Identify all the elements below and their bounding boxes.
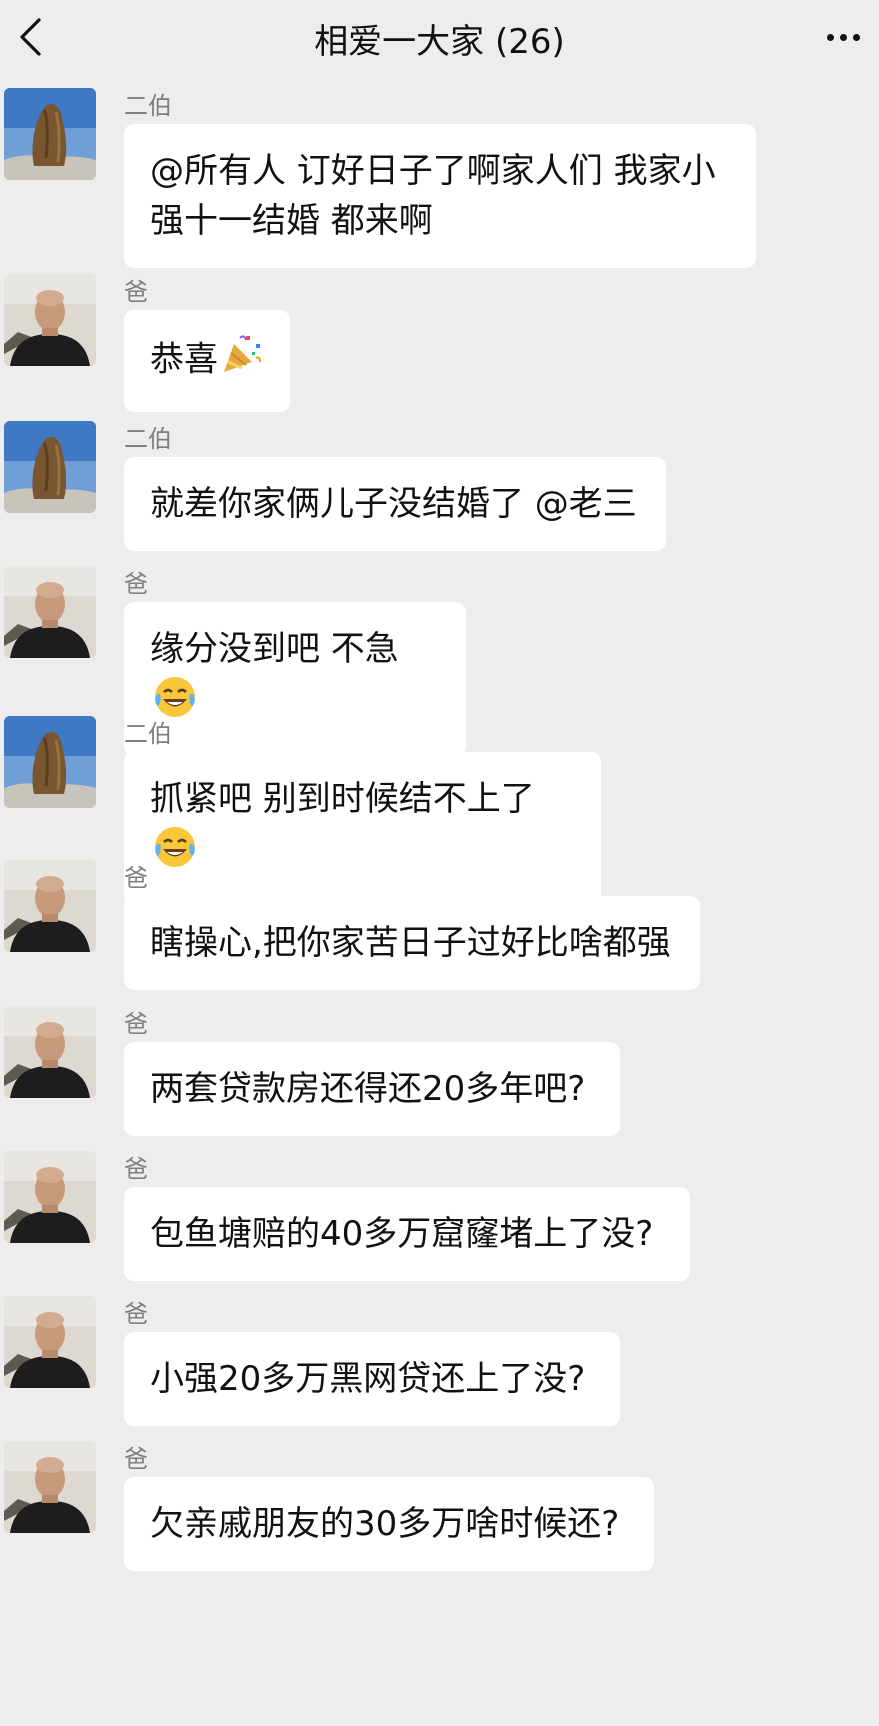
sender-name: 爸 <box>124 1010 148 1038</box>
message-item: 二伯就差你家俩儿子没结婚了 @老三 <box>0 411 879 551</box>
chat-title: 相爱一大家 (26) <box>314 22 565 62</box>
message-text: 抓紧吧 别到时候结不上了 <box>150 779 535 819</box>
sender-name: 二伯 <box>124 425 172 453</box>
sender-name: 爸 <box>124 1155 148 1183</box>
man-avatar[interactable] <box>4 1151 96 1243</box>
message-list: 二伯 @所有人 订好日子了啊家人们 我家小强十一结婚 都来啊爸恭喜 二伯 就差你家俩儿… <box>0 78 879 1726</box>
sender-name: 爸 <box>124 278 148 306</box>
message-text: 就差你家俩儿子没结婚了 @老三 <box>150 484 637 524</box>
more-dots-icon <box>826 33 860 41</box>
message-item: 爸包鱼塘赔的40多万窟窿堵上了没? <box>0 1141 879 1281</box>
man-avatar[interactable] <box>4 1006 96 1098</box>
sender-name: 二伯 <box>124 720 172 748</box>
message-bubble[interactable]: @所有人 订好日子了啊家人们 我家小强十一结婚 都来啊 <box>124 124 756 268</box>
more-options-button[interactable] <box>815 12 871 62</box>
message-bubble[interactable]: 两套贷款房还得还20多年吧? <box>124 1042 620 1136</box>
message-item: 二伯抓紧吧 别到时候结不上了 <box>0 706 879 906</box>
message-bubble[interactable]: 欠亲戚朋友的30多万啥时候还? <box>124 1477 654 1571</box>
sender-name: 爸 <box>124 1445 148 1473</box>
message-item: 爸小强20多万黑网贷还上了没? <box>0 1286 879 1426</box>
message-item: 爸欠亲戚朋友的30多万啥时候还? <box>0 1431 879 1571</box>
man-avatar[interactable] <box>4 274 96 366</box>
sender-name: 二伯 <box>124 92 172 120</box>
message-bubble[interactable]: 小强20多万黑网贷还上了没? <box>124 1332 620 1426</box>
message-text: 恭喜 <box>150 339 218 380</box>
message-bubble[interactable]: 瞎操心,把你家苦日子过好比啥都强 <box>124 896 700 990</box>
message-item: 爸瞎操心,把你家苦日子过好比啥都强 <box>0 850 879 990</box>
rock-avatar[interactable] <box>4 716 96 808</box>
message-text: @所有人 订好日子了啊家人们 我家小强十一结婚 都来啊 <box>150 151 716 241</box>
chevron-left-icon <box>20 18 41 56</box>
man-avatar[interactable] <box>4 1296 96 1388</box>
message-text: 瞎操心,把你家苦日子过好比啥都强 <box>150 923 671 963</box>
man-avatar[interactable] <box>4 1441 96 1533</box>
rock-avatar[interactable] <box>4 421 96 513</box>
man-avatar[interactable] <box>4 860 96 952</box>
message-item: 二伯 @所有人 订好日子了啊家人们 我家小强十一结婚 都来啊 <box>0 78 879 268</box>
party-popper-icon <box>220 332 264 390</box>
message-bubble[interactable]: 就差你家俩儿子没结婚了 @老三 <box>124 457 666 551</box>
man-avatar[interactable] <box>4 566 96 658</box>
sender-name: 爸 <box>124 570 148 598</box>
rock-avatar[interactable] <box>4 88 96 180</box>
message-text: 缘分没到吧 不急 <box>150 629 399 669</box>
message-bubble[interactable]: 包鱼塘赔的40多万窟窿堵上了没? <box>124 1187 690 1281</box>
chat-header: 相爱一大家 (26) <box>0 0 879 78</box>
message-text: 包鱼塘赔的40多万窟窿堵上了没? <box>150 1214 654 1254</box>
message-item: 爸缘分没到吧 不急 <box>0 556 879 756</box>
back-button[interactable] <box>8 12 52 62</box>
message-text: 欠亲戚朋友的30多万啥时候还? <box>150 1504 620 1544</box>
message-item: 爸恭喜 <box>0 264 879 412</box>
message-text: 两套贷款房还得还20多年吧? <box>150 1069 586 1109</box>
sender-name: 爸 <box>124 1300 148 1328</box>
message-item: 爸两套贷款房还得还20多年吧? <box>0 996 879 1136</box>
sender-name: 爸 <box>124 864 148 892</box>
message-text: 小强20多万黑网贷还上了没? <box>150 1359 586 1399</box>
message-bubble[interactable]: 恭喜 <box>124 310 290 412</box>
